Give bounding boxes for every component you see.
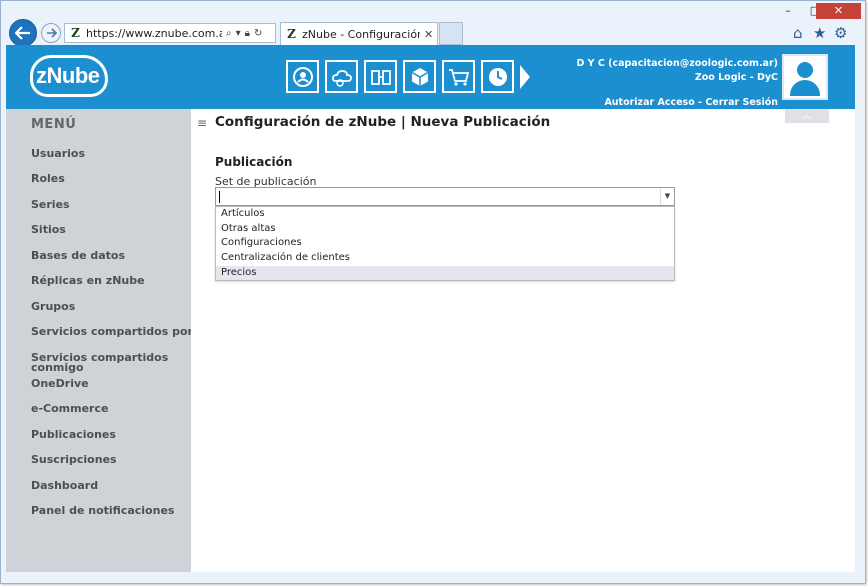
- sync-users-icon[interactable]: [286, 60, 319, 93]
- search-icon[interactable]: ⌕: [226, 28, 232, 39]
- sidebar-item-publicaciones[interactable]: Publicaciones: [31, 429, 191, 440]
- tab-znube[interactable]: Z zNube - Configuración de z... ✕: [280, 22, 438, 45]
- modules-next-arrow-icon[interactable]: [520, 65, 530, 89]
- tab-title: zNube - Configuración de z...: [302, 27, 420, 41]
- cloud-settings-icon[interactable]: [325, 60, 358, 93]
- tab-close-icon[interactable]: ✕: [424, 28, 433, 41]
- option-otras-altas[interactable]: Otras altas: [216, 222, 674, 237]
- lock-icon[interactable]: 🔒︎: [245, 28, 250, 39]
- main-content: ≡ Configuración de zNube | Nueva Publica…: [191, 109, 855, 572]
- publication-set-select[interactable]: ▼: [215, 187, 675, 206]
- chevron-up-icon: ︿: [802, 111, 812, 121]
- star-icon[interactable]: ★: [813, 24, 826, 42]
- user-email: D Y C (capacitacion@zoologic.com.ar): [576, 58, 778, 69]
- znube-favicon-icon: Z: [71, 26, 80, 40]
- user-links: Autorizar Acceso - Cerrar Sesión: [576, 96, 778, 110]
- sidebar-item-servicios-compartidos-por-mi[interactable]: Servicios compartidos por mi: [31, 326, 191, 337]
- close-window-button[interactable]: ✕: [816, 3, 861, 19]
- option-configuraciones[interactable]: Configuraciones: [216, 236, 674, 251]
- znube-tab-icon: Z: [287, 27, 296, 41]
- minimize-button[interactable]: –: [774, 3, 802, 19]
- cloud-glyph: [331, 69, 352, 87]
- collapse-header-button[interactable]: ︿: [785, 109, 829, 123]
- text-cursor: [219, 191, 220, 203]
- clock-glyph: [488, 67, 507, 86]
- publication-set-dropdown: Artículos Otras altas Configuraciones Ce…: [215, 206, 675, 282]
- url-text[interactable]: https://www.znube.com.ar/Pub: [86, 27, 222, 40]
- package-icon[interactable]: [403, 60, 436, 93]
- authorize-access-link[interactable]: Autorizar Acceso: [604, 97, 694, 108]
- sidebar-menu: MENÚ Usuarios Roles Series Sitios Bases …: [6, 109, 191, 572]
- forward-button[interactable]: [41, 23, 61, 43]
- user-info: D Y C (capacitacion@zoologic.com.ar) Zoo…: [576, 57, 778, 110]
- dropdown-arrow-icon[interactable]: ▾: [236, 28, 241, 39]
- option-precios[interactable]: Precios: [216, 265, 674, 281]
- page-title: Configuración de zNube | Nueva Publicaci…: [215, 114, 551, 130]
- url-rest: znube.com.ar/Pub: [154, 26, 222, 40]
- sync-users-glyph: [292, 66, 313, 87]
- back-button[interactable]: [9, 19, 37, 47]
- sidebar-item-dashboard[interactable]: Dashboard: [31, 480, 191, 491]
- logo-text: zNube: [36, 63, 100, 88]
- forward-arrow-icon: [46, 28, 57, 38]
- avatar-head: [797, 62, 813, 78]
- address-bar[interactable]: Z https://www.znube.com.ar/Pub ⌕ ▾ 🔒︎ ↻: [64, 23, 276, 43]
- section-title: Publicación: [215, 155, 293, 169]
- sidebar-item-ecommerce[interactable]: e-Commerce: [31, 403, 191, 414]
- option-centralizacion-clientes[interactable]: Centralización de clientes: [216, 251, 674, 266]
- cart-icon[interactable]: [442, 60, 475, 93]
- option-articulos[interactable]: Artículos: [216, 207, 674, 222]
- sidebar-item-suscripciones[interactable]: Suscripciones: [31, 454, 191, 465]
- replicas-glyph: [370, 69, 391, 85]
- sidebar-item-panel-notificaciones[interactable]: Panel de notificaciones: [31, 505, 191, 516]
- refresh-icon[interactable]: ↻: [254, 28, 262, 39]
- logout-link[interactable]: Cerrar Sesión: [705, 97, 778, 108]
- menu-title: MENÚ: [31, 117, 77, 132]
- replicas-icon[interactable]: [364, 60, 397, 93]
- sidebar-item-usuarios[interactable]: Usuarios: [31, 148, 191, 159]
- sidebar-item-grupos[interactable]: Grupos: [31, 301, 191, 312]
- new-tab-button[interactable]: [439, 22, 463, 45]
- window-bottom-edge: [6, 572, 855, 582]
- sidebar-item-series[interactable]: Series: [31, 199, 191, 210]
- browser-window: – □ ✕ Z https://www.znube.com.ar/Pub ⌕ ▾…: [0, 0, 866, 584]
- clock-icon[interactable]: [481, 60, 514, 93]
- module-bar: [286, 60, 530, 93]
- chevron-down-icon[interactable]: ▼: [660, 188, 674, 205]
- sidebar-item-onedrive[interactable]: OneDrive: [31, 378, 191, 389]
- gear-icon[interactable]: ⚙: [834, 24, 847, 42]
- cart-glyph: [448, 68, 469, 86]
- avatar[interactable]: [782, 54, 828, 100]
- url-prefix: https://www.: [86, 26, 155, 40]
- user-company: Zoo Logic - DyC: [694, 72, 778, 83]
- znube-logo[interactable]: zNube: [30, 53, 110, 99]
- sidebar-item-servicios-compartidos-conmigo[interactable]: Servicios compartidos conmigo: [31, 352, 181, 373]
- sidebar-item-sitios[interactable]: Sitios: [31, 224, 191, 235]
- home-icon[interactable]: ⌂: [793, 24, 803, 42]
- package-glyph: [411, 67, 428, 86]
- sidebar-item-replicas[interactable]: Réplicas en zNube: [31, 275, 191, 286]
- avatar-body: [790, 80, 820, 96]
- app-header: zNube D Y C (capacitacion@zoologic.com.a…: [6, 45, 855, 109]
- sidebar-item-bases-de-datos[interactable]: Bases de datos: [31, 250, 191, 261]
- link-separator: -: [698, 97, 702, 108]
- sidebar-item-roles[interactable]: Roles: [31, 173, 191, 184]
- back-arrow-icon: [15, 26, 30, 40]
- hamburger-menu-icon[interactable]: ≡: [197, 116, 207, 130]
